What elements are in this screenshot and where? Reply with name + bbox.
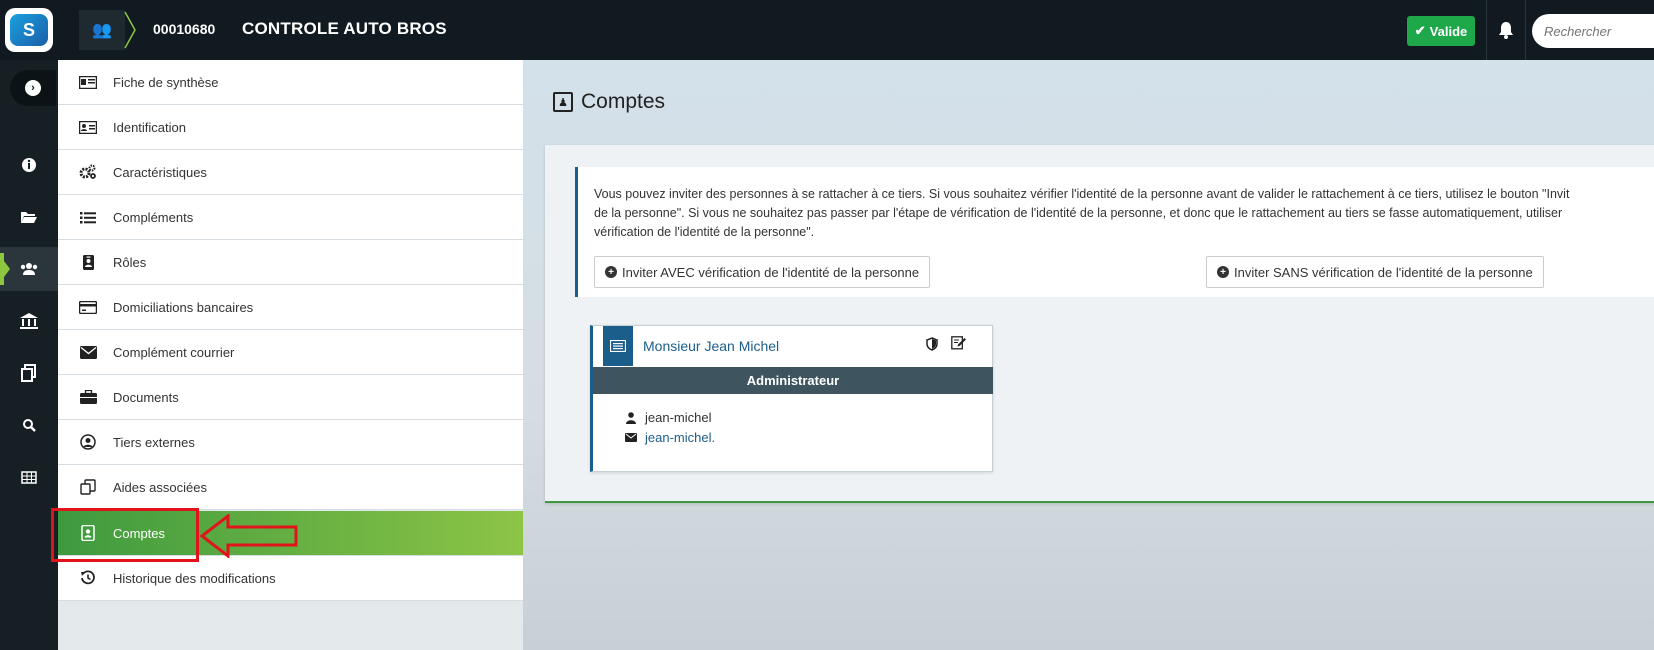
account-name[interactable]: Monsieur Jean Michel — [643, 338, 779, 354]
chevron-right-icon: › — [25, 80, 41, 96]
plus-circle-icon: + — [1217, 266, 1229, 278]
list-icon — [78, 211, 98, 224]
highlight-box — [51, 508, 199, 562]
rail-toggle-button[interactable]: › — [10, 70, 56, 106]
users-icon[interactable]: 👥 — [79, 10, 125, 50]
menu-item-documents[interactable]: Documents — [58, 375, 523, 420]
username-text: jean-michel — [645, 410, 712, 425]
icon-rail: › — [0, 60, 58, 650]
folder-icon[interactable] — [0, 195, 58, 239]
invite-with-label: Inviter AVEC vérification de l'identité … — [622, 264, 920, 280]
info-text-line: de la personne". Si vous ne souhaitez pa… — [594, 206, 1563, 220]
breadcrumb-name: CONTROLE AUTO BROS — [242, 19, 447, 38]
invite-with-verification-button[interactable]: + Inviter AVEC vérification de l'identit… — [594, 256, 931, 288]
menu-item-label: Domiciliations bancaires — [113, 299, 254, 315]
info-icon[interactable] — [0, 143, 58, 187]
menu-item-domiciliations[interactable]: Domiciliations bancaires — [58, 285, 523, 330]
email-link[interactable]: jean-michel. — [645, 430, 715, 445]
main-content: ♟ Comptes Vous pouvez inviter des person… — [523, 60, 1654, 650]
app-logo[interactable]: S — [0, 0, 58, 60]
menu-item-label: Caractéristiques — [113, 164, 207, 180]
history-icon — [78, 570, 98, 586]
bell-icon[interactable] — [1486, 0, 1526, 60]
search-input[interactable] — [1532, 14, 1654, 48]
username-row: jean-michel — [625, 410, 711, 425]
check-icon: ✔ — [1414, 23, 1426, 38]
top-bar: S 👥 00010680 CONTROLE AUTO BROS ✔ Valide — [0, 0, 1654, 60]
copy-icon — [78, 479, 98, 495]
edit-icon[interactable] — [951, 336, 966, 353]
id-card-icon — [78, 75, 98, 89]
menu-item-label: Identification — [113, 119, 186, 135]
page-title: ♟ Comptes — [553, 90, 665, 114]
breadcrumb-chevron-icon — [124, 11, 136, 49]
menu-item-label: Compléments — [113, 209, 194, 225]
menu-item-aides-associees[interactable]: Aides associées — [58, 465, 523, 510]
address-card-icon — [78, 120, 98, 134]
account-card: Monsieur Jean Michel Administrateur jean… — [590, 325, 993, 472]
envelope-icon — [78, 345, 98, 359]
annotation-arrow-icon — [200, 514, 298, 558]
role-badge: Administrateur — [593, 367, 993, 394]
menu-item-label: Complément courrier — [113, 344, 235, 360]
cogs-icon — [78, 164, 98, 180]
plus-circle-icon: + — [605, 266, 617, 278]
logo-mark: S — [10, 14, 48, 46]
bank-icon[interactable] — [0, 299, 58, 343]
comptes-panel: Vous pouvez inviter des personnes à se r… — [545, 145, 1654, 503]
menu-item-label: Tiers externes — [113, 434, 195, 450]
documents-icon[interactable] — [0, 351, 58, 395]
user-circle-icon — [78, 434, 98, 450]
status-label: Valide — [1429, 23, 1468, 39]
envelope-icon — [625, 433, 637, 442]
menu-item-caracteristiques[interactable]: Caractéristiques — [58, 150, 523, 195]
table-icon[interactable] — [0, 455, 58, 499]
menu-item-label: Historique des modifications — [113, 570, 276, 586]
menu-item-label: Fiche de synthèse — [113, 74, 219, 90]
shield-icon[interactable] — [926, 337, 938, 354]
breadcrumb-id[interactable]: 00010680 — [153, 21, 215, 37]
user-icon — [625, 411, 637, 424]
menu-item-identification[interactable]: Identification — [58, 105, 523, 150]
menu-item-tiers-externes[interactable]: Tiers externes — [58, 420, 523, 465]
menu-item-label: Aides associées — [113, 479, 207, 495]
menu-item-label: Documents — [113, 389, 179, 405]
invite-without-label: Inviter SANS vérification de l'identité … — [1234, 264, 1533, 280]
info-text-line: vérification de l'identité de la personn… — [594, 225, 815, 239]
menu-item-complements[interactable]: Compléments — [58, 195, 523, 240]
info-text-line: Vous pouvez inviter des personnes à se r… — [594, 187, 1570, 201]
menu-item-roles[interactable]: Rôles — [58, 240, 523, 285]
id-badge-icon — [78, 254, 98, 270]
credit-card-icon — [78, 300, 98, 314]
users-icon[interactable] — [0, 247, 58, 291]
search-icon[interactable] — [0, 403, 58, 447]
menu-item-label: Rôles — [113, 254, 147, 270]
menu-item-historique[interactable]: Historique des modifications — [58, 556, 523, 601]
page-title-text: Comptes — [581, 90, 666, 113]
menu-item-fiche-synthese[interactable]: Fiche de synthèse — [58, 60, 523, 105]
briefcase-icon — [78, 390, 98, 404]
info-box: Vous pouvez inviter des personnes à se r… — [575, 167, 1654, 297]
invite-without-verification-button[interactable]: + Inviter SANS vérification de l'identit… — [1206, 256, 1544, 288]
contact-book-icon: ♟ — [553, 92, 573, 112]
email-row[interactable]: jean-michel. — [625, 430, 715, 445]
status-badge[interactable]: ✔ Valide — [1407, 16, 1475, 46]
id-card-icon — [603, 326, 633, 366]
menu-item-complement-courrier[interactable]: Complément courrier — [58, 330, 523, 375]
